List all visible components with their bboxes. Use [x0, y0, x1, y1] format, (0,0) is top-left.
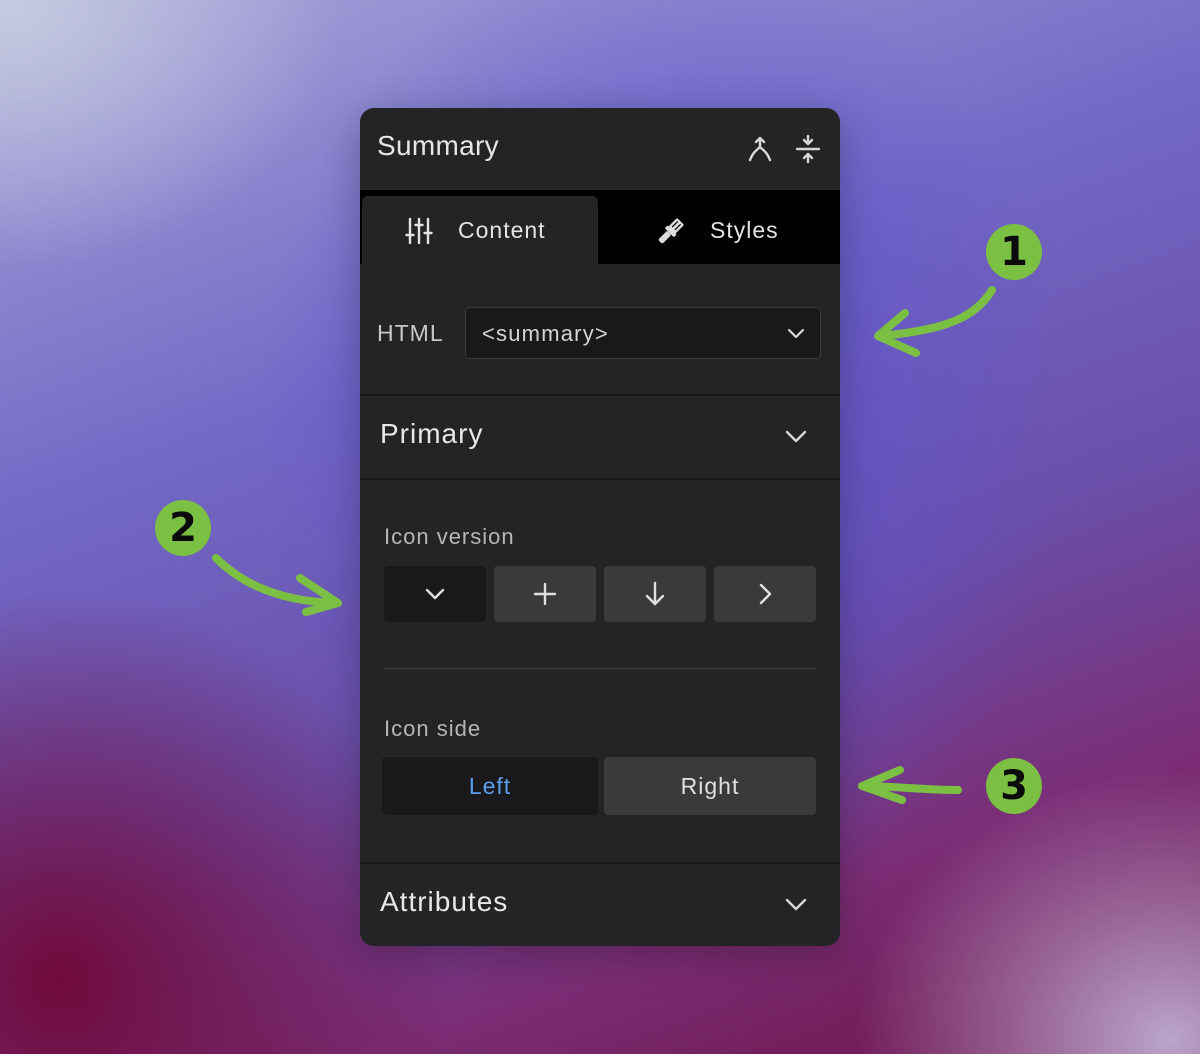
- callout-number: 2: [169, 505, 197, 551]
- callout-number: 1: [1000, 229, 1028, 275]
- callout-2-arrow: [212, 554, 341, 607]
- callout-badge-3: 3: [986, 758, 1042, 814]
- callout-number: 3: [1000, 763, 1028, 809]
- callout-1-arrow: [876, 286, 996, 340]
- callout-2-arrowhead: [296, 574, 342, 616]
- callout-badge-1: 1: [986, 224, 1042, 280]
- callout-badge-2: 2: [155, 500, 211, 556]
